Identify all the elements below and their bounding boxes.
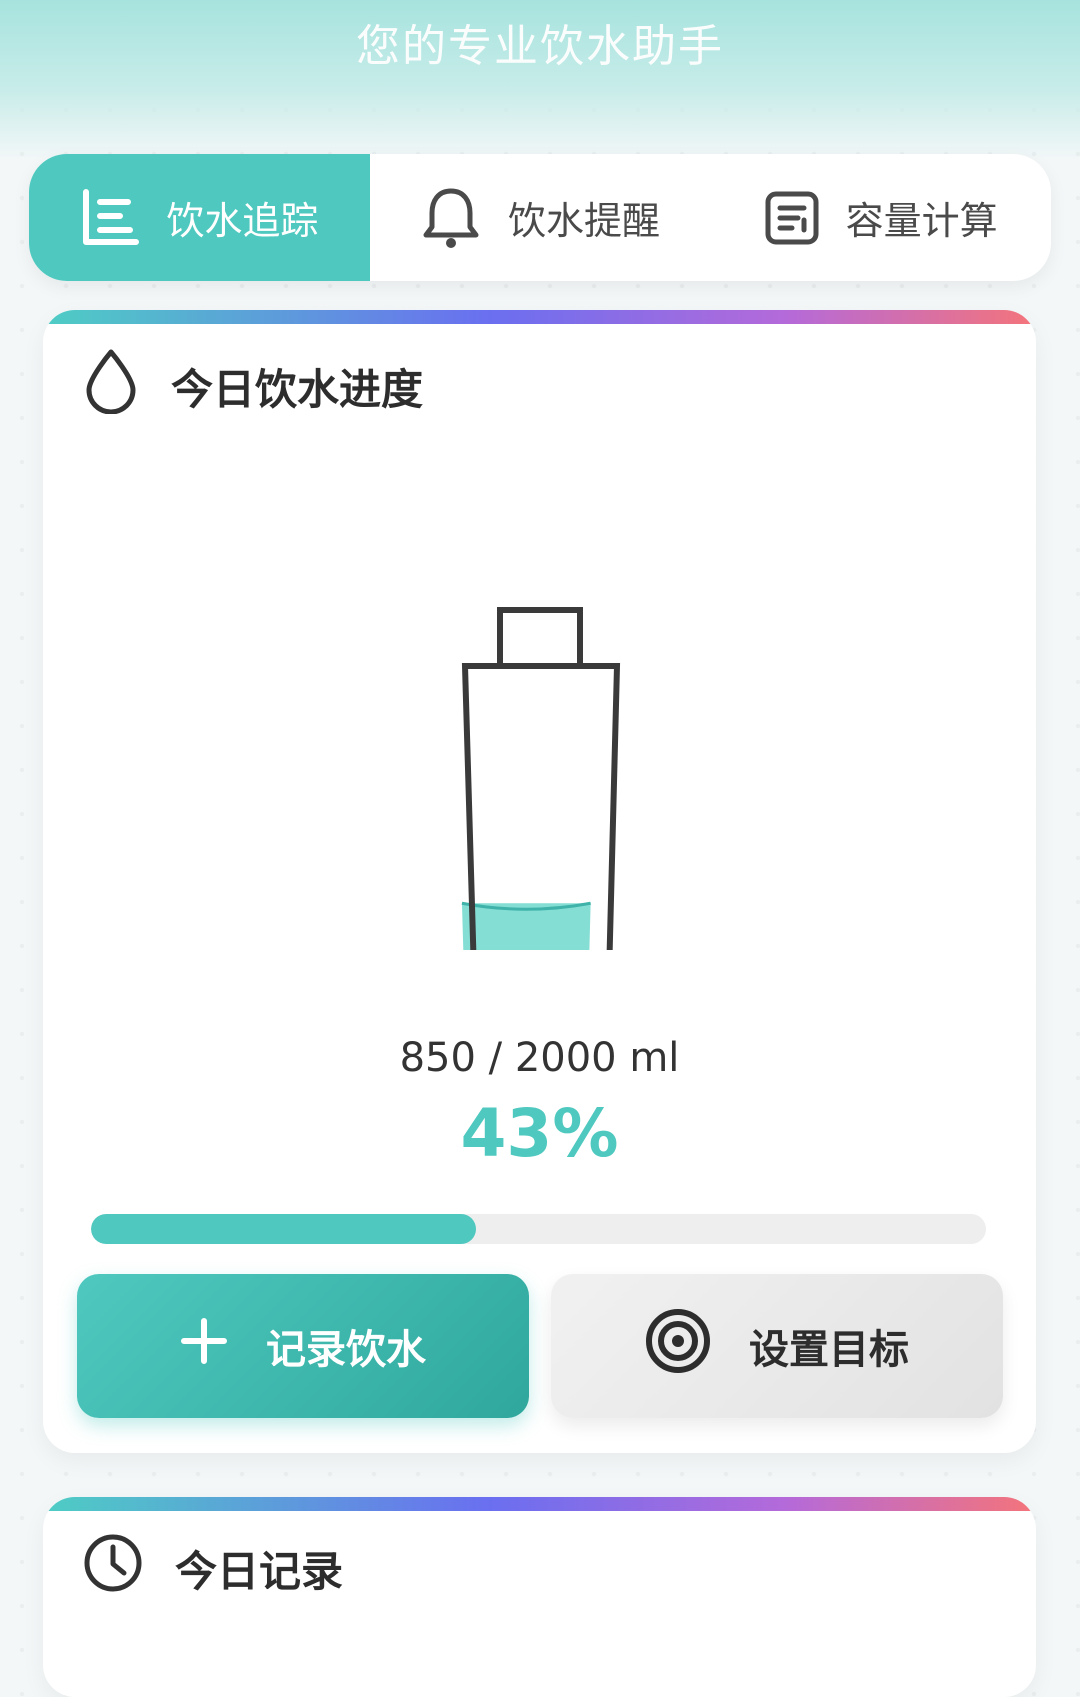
page-subtitle: 您的专业饮水助手	[356, 21, 724, 72]
calculator-icon	[764, 190, 820, 246]
record-water-label: 记录饮水	[266, 1327, 426, 1373]
bottle-cap	[497, 607, 583, 669]
progress-bar	[91, 1214, 986, 1244]
progress-bar-fill	[91, 1214, 476, 1244]
progress-amount: 850 / 2000 ml	[399, 1035, 680, 1081]
card-accent-bar	[43, 310, 1036, 324]
card-title: 今日记录	[175, 1546, 344, 1596]
list-chart-icon	[80, 188, 140, 248]
record-water-button[interactable]: 记录饮水	[77, 1274, 529, 1418]
tab-label: 容量计算	[845, 199, 998, 243]
tab-label: 饮水提醒	[508, 199, 661, 243]
tab-calculator[interactable]: 容量计算	[710, 154, 1051, 281]
tab-bar: 饮水追踪 饮水提醒 容量计算	[29, 154, 1051, 281]
records-card: 今日记录	[43, 1497, 1036, 1697]
water-bottle	[455, 607, 621, 950]
card-title: 今日饮水进度	[171, 364, 424, 414]
tab-tracking[interactable]: 饮水追踪	[29, 154, 370, 281]
plus-icon	[180, 1317, 228, 1375]
card-header: 今日饮水进度	[83, 348, 423, 424]
set-goal-label: 设置目标	[749, 1327, 909, 1373]
tab-reminder[interactable]: 饮水提醒	[370, 154, 711, 281]
card-header: 今日记录	[83, 1533, 343, 1603]
water-drop-icon	[83, 348, 139, 424]
tab-label: 饮水追踪	[166, 199, 319, 243]
progress-card: 今日饮水进度 850 / 2000 ml 43% 记录饮水 设置目标	[43, 310, 1036, 1453]
card-accent-bar	[43, 1497, 1036, 1511]
header: 您的专业饮水助手	[0, 0, 1080, 160]
clock-icon	[83, 1533, 143, 1603]
set-goal-button[interactable]: 设置目标	[551, 1274, 1003, 1418]
progress-percent: 43%	[460, 1095, 619, 1172]
bell-icon	[420, 185, 482, 251]
target-icon	[645, 1308, 711, 1384]
